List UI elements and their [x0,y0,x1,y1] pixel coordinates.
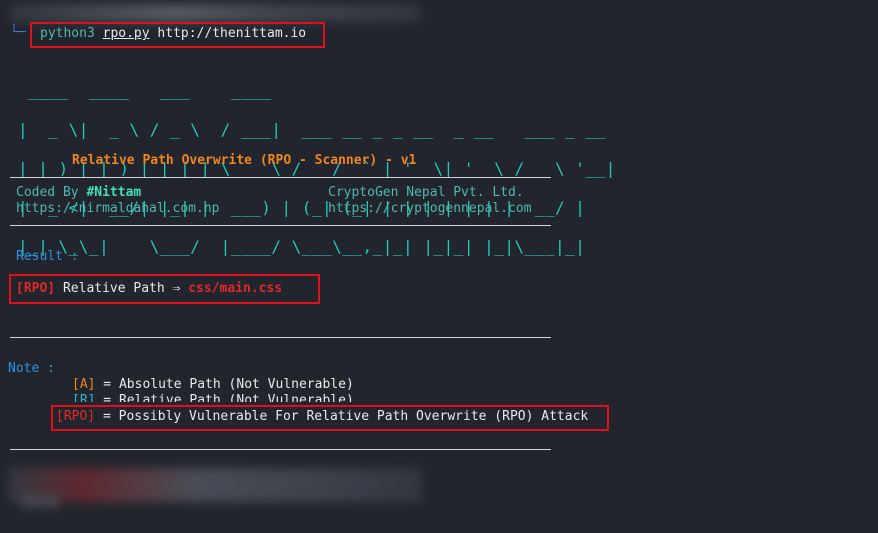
note-tag-r: [R] [72,393,96,402]
divider-credits [10,225,551,226]
note-label: Note : [8,361,55,376]
redacted-prompt-footer [8,468,422,502]
author-url[interactable]: https://nirmaldahal.com.np [16,201,220,217]
note-item-relative: [R] = Relative Path (Not Vulnerable) [72,393,354,402]
company-url[interactable]: https://cryptogennepal.com [328,201,532,217]
prompt-prefix: └─ [10,25,26,40]
result-line: [RPO] Relative Path ⇒ css/main.css [16,281,282,297]
note-text-r: = Relative Path (Not Vulnerable) [95,393,354,402]
credits-author-line: Coded By #Nittam [16,185,141,201]
result-label: Result : [16,249,79,264]
note-text-rpo: = Possibly Vulnerable For Relative Path … [95,409,589,424]
divider-result [10,337,551,338]
result-tag: [RPO] [16,281,56,296]
banner-subtitle: Relative Path Overwrite (RPO - Scanner) … [72,153,417,168]
divider-bottom [10,449,551,450]
ascii-line: | _ \| _ \ / _ \ / ___| ___ __ _ _ __ _ … [18,120,667,139]
note-tag-rpo: [RPO] [56,409,96,424]
ascii-line: |_| \_\_| \___/ |____/ \___\__,_|_| |_|_… [18,237,667,256]
divider-top [10,177,551,178]
company-name: CryptoGen Nepal Pvt. Ltd. [328,185,524,200]
note-item-absolute: [A] = Absolute Path (Not Vulnerable) [72,377,354,393]
result-path: css/main.css [188,281,283,296]
command-url: http://thenittam.io [157,26,307,41]
command-line[interactable]: python3 rpo.py http://thenittam.io [40,26,306,42]
note-item-rpo: [RPO] = Possibly Vulnerable For Relative… [56,409,588,425]
command-python: python3 [40,26,95,41]
coded-by-label: Coded By [16,185,79,200]
ascii-line: ____ ____ ___ ____ [18,81,667,100]
result-text: Relative Path ⇒ [55,281,189,296]
note-tag-a: [A] [72,377,96,392]
note-text-a: = Absolute Path (Not Vulnerable) [95,377,354,392]
author-name: #Nittam [86,185,142,200]
redacted-prompt-footer-line [20,494,60,508]
redacted-prompt-header [10,4,420,22]
command-script: rpo.py [102,26,150,41]
